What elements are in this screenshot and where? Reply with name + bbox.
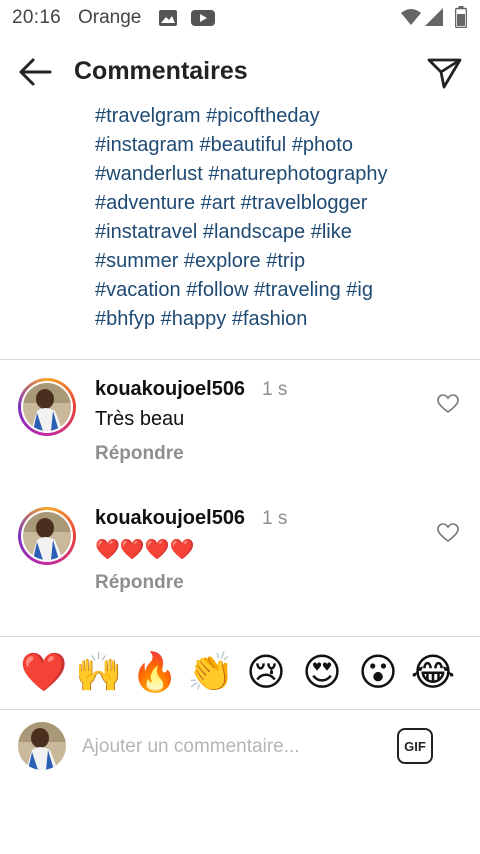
emoji-crying[interactable]: 😢 [243, 650, 289, 696]
status-time: 20:16 [12, 7, 62, 28]
emoji-laughing[interactable]: 😂 [410, 650, 456, 696]
hashtag-link[interactable]: #happy [161, 308, 227, 330]
hashtag-link[interactable]: #trip [266, 250, 305, 272]
hashtag-line: #instagram #beautiful #photo [95, 131, 465, 160]
like-button[interactable] [437, 523, 459, 543]
hashtag-link[interactable]: #like [311, 221, 352, 243]
heart-outline-icon [437, 523, 459, 543]
comment-username[interactable]: kouakoujoel506 [95, 507, 245, 530]
reply-button[interactable]: Répondre [95, 572, 184, 594]
share-button[interactable] [424, 54, 464, 90]
hashtag-line: #bhfyp #happy #fashion [95, 305, 465, 334]
avatar [18, 722, 66, 770]
app-bar: Commentaires [0, 44, 480, 102]
avatar-photo [23, 512, 71, 560]
hashtag-link[interactable]: #art [201, 192, 235, 214]
back-button[interactable] [16, 54, 56, 90]
hashtag-line: #instatravel #landscape #like [95, 218, 465, 247]
hashtag-line: #vacation #follow #traveling #ig [95, 276, 465, 305]
hashtag-link[interactable]: #traveling [254, 279, 341, 301]
hashtag-link[interactable]: #picoftheday [206, 105, 319, 127]
comment-text: ❤️❤️❤️❤️ [95, 539, 195, 561]
hashtag-link[interactable]: #naturephotography [208, 163, 387, 185]
hashtag-link[interactable]: #wanderlust [95, 163, 203, 185]
hashtag-link[interactable]: #travelblogger [241, 192, 368, 214]
avatar[interactable] [18, 378, 76, 436]
hashtag-link[interactable]: #fashion [232, 308, 308, 330]
hashtag-line: #wanderlust #naturephotography [95, 160, 465, 189]
comment-time: 1 s [262, 379, 288, 400]
hashtag-link[interactable]: #travelgram [95, 105, 201, 127]
comment-composer: GIF [0, 712, 480, 782]
hashtag-link[interactable]: #ig [346, 279, 373, 301]
hashtag-line: #travelgram #picoftheday [95, 102, 465, 131]
emoji-surprised[interactable]: 😮 [355, 650, 401, 696]
hashtag-link[interactable]: #explore [184, 250, 261, 272]
heart-outline-icon [437, 394, 459, 414]
hashtag-link[interactable]: #bhfyp [95, 308, 155, 330]
hashtag-link[interactable]: #landscape [203, 221, 305, 243]
like-button[interactable] [437, 394, 459, 414]
emoji-clapping[interactable]: 👏 [187, 650, 234, 696]
paper-plane-icon [427, 58, 462, 89]
reply-button[interactable]: Répondre [95, 443, 184, 465]
hashtag-link[interactable]: #summer [95, 250, 178, 272]
caption-hashtags: #travelgram #picoftheday #instagram #beau… [95, 102, 465, 334]
comment-time: 1 s [262, 508, 288, 529]
hashtag-link[interactable]: #adventure [95, 192, 195, 214]
hashtag-line: #adventure #art #travelblogger [95, 189, 465, 218]
status-bar: 20:16 Orange [0, 0, 480, 36]
hashtag-link[interactable]: #instatravel [95, 221, 197, 243]
hashtag-link[interactable]: #beautiful [200, 134, 287, 156]
divider [0, 709, 480, 710]
status-carrier: Orange [78, 7, 142, 28]
comment-input[interactable] [82, 732, 372, 762]
emoji-raising-hands[interactable]: 🙌 [75, 650, 122, 696]
wifi-icon [400, 7, 422, 33]
emoji-reaction-bar: ❤️ 🙌 🔥 👏 😢 😍 😮 😂 [0, 644, 480, 706]
comment-text: Très beau [95, 408, 185, 430]
emoji-heart-eyes[interactable]: 😍 [299, 650, 345, 696]
emoji-fire[interactable]: 🔥 [131, 650, 178, 696]
divider [0, 359, 480, 360]
avatar[interactable] [18, 507, 76, 565]
gif-button[interactable]: GIF [397, 728, 433, 764]
hashtag-line: #summer #explore #trip [95, 247, 465, 276]
comment-item: kouakoujoel506 1 s ❤️❤️❤️❤️ Répondre [0, 507, 480, 617]
signal-icon [424, 7, 444, 33]
youtube-icon [191, 9, 215, 33]
hashtag-link[interactable]: #vacation [95, 279, 181, 301]
image-icon [158, 9, 178, 33]
hashtag-link[interactable]: #instagram [95, 134, 194, 156]
comment-item: kouakoujoel506 1 s Très beau Répondre [0, 378, 480, 488]
arrow-left-icon [19, 58, 52, 86]
divider [0, 636, 480, 637]
hashtag-link[interactable]: #photo [292, 134, 353, 156]
comment-username[interactable]: kouakoujoel506 [95, 378, 245, 401]
page-title: Commentaires [74, 57, 248, 85]
hashtag-link[interactable]: #follow [186, 279, 248, 301]
battery-icon [454, 6, 468, 34]
emoji-heart[interactable]: ❤️ [20, 650, 67, 696]
avatar-photo [23, 383, 71, 431]
